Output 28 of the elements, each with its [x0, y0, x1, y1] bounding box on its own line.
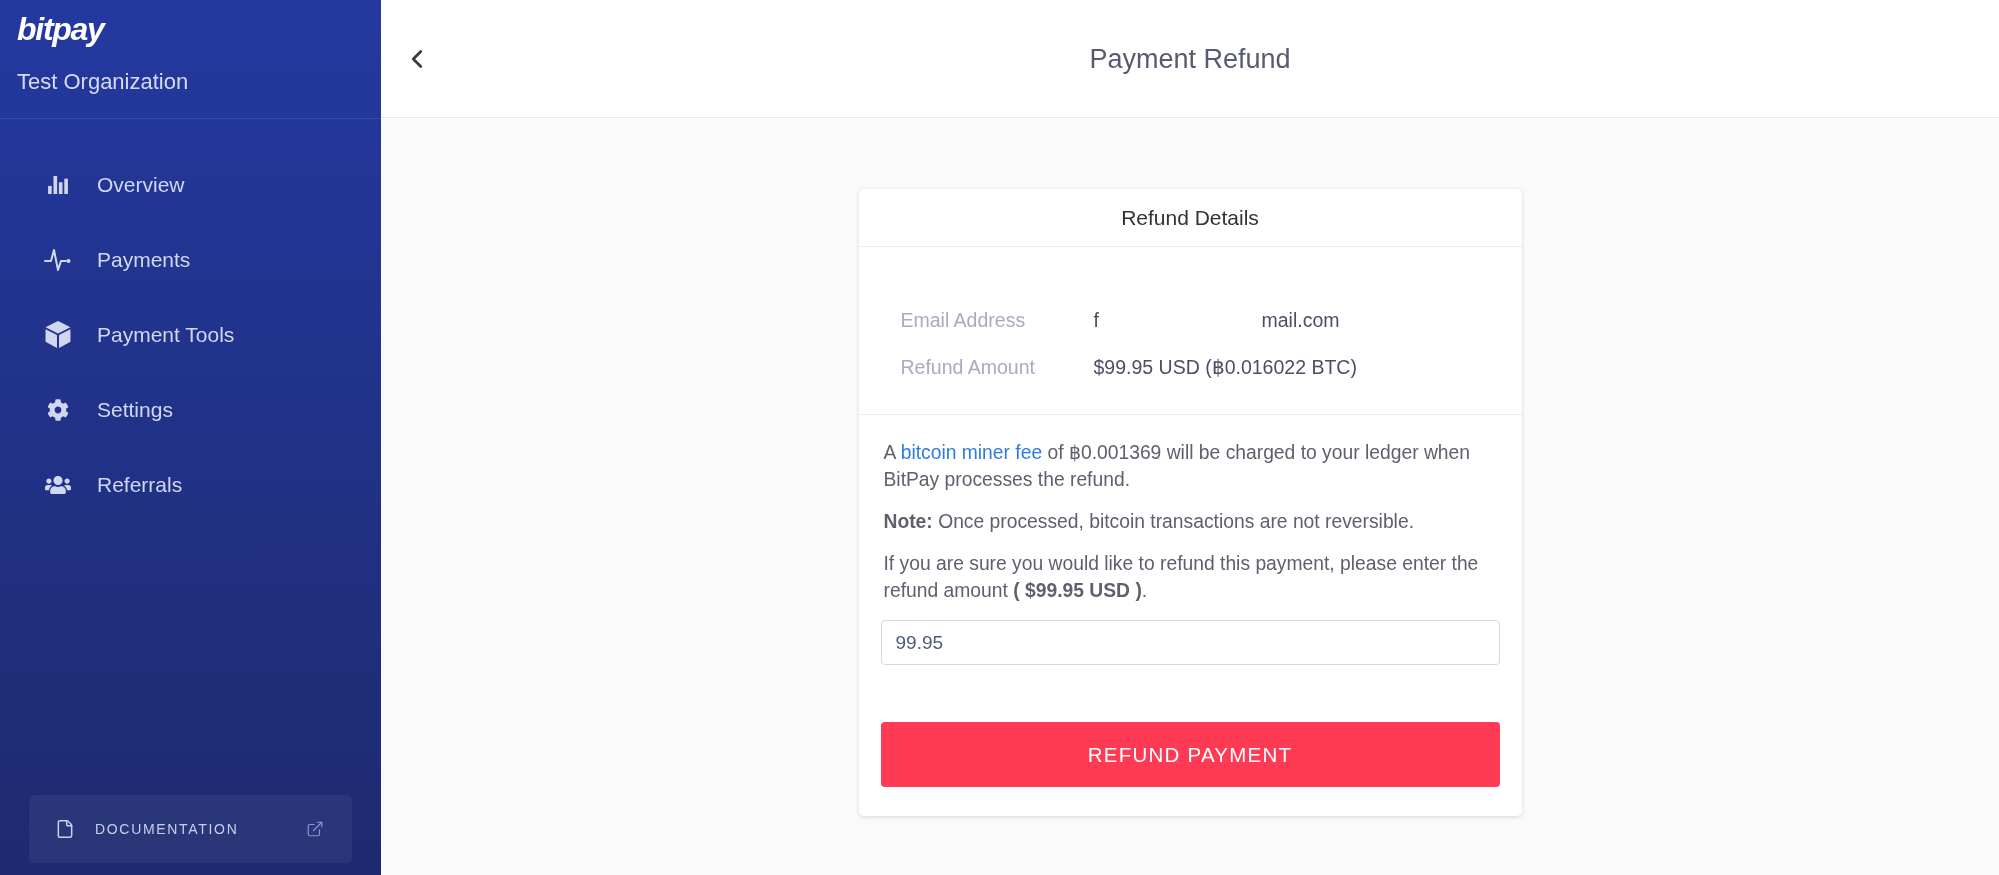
detail-label: Email Address: [900, 307, 1027, 333]
users-icon: [45, 473, 71, 496]
external-link-icon: [306, 820, 324, 838]
brand-logo[interactable]: bitpay: [17, 9, 104, 49]
card-title: Refund Details: [1121, 204, 1259, 231]
nav-item[interactable]: Payment Tools: [32, 312, 249, 357]
cube-icon: [45, 321, 71, 348]
confirm-instructions: If you are sure you would like to refund this payment, please enter the refund amount ( $99.95 USD ).: [883, 552, 1480, 603]
detail-value: $99.95 USD (฿0.016022 BTC): [1093, 355, 1357, 378]
file-icon: [55, 818, 75, 840]
nav-item[interactable]: Settings: [32, 387, 187, 432]
organization-name: Test Organization: [17, 69, 189, 95]
fee-notice: A bitcoin miner fee of ฿0.001369 will be charged to your ledger when BitPay processes the refund.: [883, 441, 1472, 492]
refund-payment-button[interactable]: REFUND PAYMENT: [880, 722, 1500, 787]
nav-item[interactable]: Referrals: [32, 462, 197, 507]
note-text: Note: Once processed, bitcoin transactions are not reversible.: [883, 510, 1415, 534]
detail-value: f: [1093, 308, 1099, 331]
documentation-link[interactable]: DOCUMENTATION: [29, 795, 352, 863]
bar-chart-icon: [48, 175, 68, 194]
refund-amount-input[interactable]: 99.95: [880, 620, 1500, 665]
settings-icon: [47, 398, 69, 421]
detail-value: mail.com: [1261, 308, 1340, 331]
nav-item[interactable]: Payments: [32, 237, 205, 282]
detail-label: Refund Amount: [900, 354, 1036, 380]
page-title: Payment Refund: [1089, 42, 1291, 75]
pulse-icon: [44, 247, 72, 272]
nav-item[interactable]: Overview: [32, 162, 199, 207]
miner-fee-link[interactable]: bitcoin miner fee: [900, 442, 1043, 463]
